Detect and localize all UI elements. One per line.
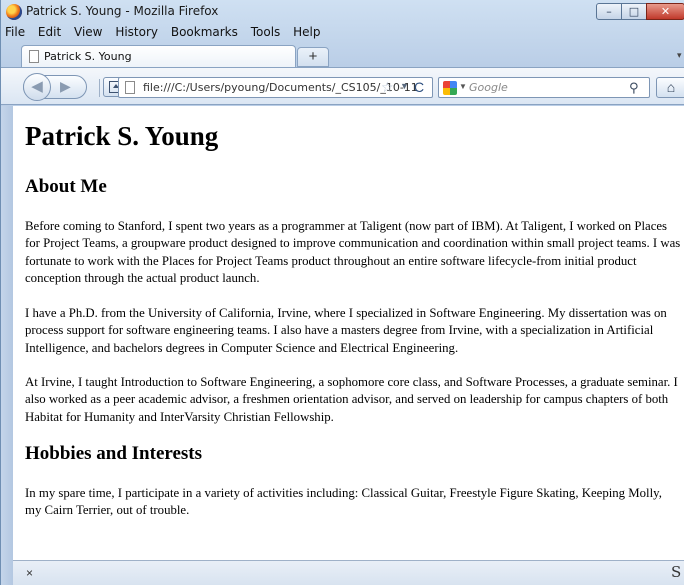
new-tab-button[interactable]: + <box>297 47 329 67</box>
google-icon[interactable] <box>443 81 457 95</box>
reload-icon[interactable]: C <box>414 79 424 95</box>
minimize-icon: – <box>606 5 612 18</box>
about-paragraph-3: At Irvine, I taught Introduction to Soft… <box>25 375 678 424</box>
about-heading: About Me <box>25 176 107 197</box>
search-input[interactable]: Google <box>469 81 508 94</box>
bookmark-star-icon[interactable]: ☆ <box>381 79 394 96</box>
window-title: Patrick S. Young - Mozilla Firefox <box>26 4 219 18</box>
navigation-bar: ◀ ▶ file:///C:/Users/pyoung/Documents/_C… <box>1 67 684 105</box>
firefox-logo-icon <box>6 4 22 20</box>
search-bar[interactable]: ▼ Google ⚲ <box>438 77 650 98</box>
url-text: file:///C:/Users/pyoung/Documents/_CS105… <box>143 81 418 94</box>
menu-bar: File Edit View History Bookmarks Tools H… <box>5 25 329 41</box>
menu-tools[interactable]: Tools <box>251 25 281 39</box>
menu-file[interactable]: File <box>5 25 25 39</box>
window-frame-left <box>1 106 13 585</box>
page-title: Patrick S. Young <box>25 121 219 151</box>
tab-list-dropdown-icon[interactable]: ▾ <box>677 50 682 61</box>
search-engine-dropdown-icon[interactable]: ▼ <box>459 82 467 91</box>
close-icon: ✕ <box>660 5 671 18</box>
maximize-icon: □ <box>628 5 640 18</box>
page-icon <box>125 81 135 94</box>
menu-history[interactable]: History <box>115 25 158 39</box>
maximize-button[interactable]: □ <box>621 3 647 20</box>
back-button[interactable]: ◀ <box>23 73 51 101</box>
home-button[interactable]: ⌂ <box>656 77 684 98</box>
close-button[interactable]: ✕ <box>646 3 684 20</box>
url-bar[interactable]: file:///C:/Users/pyoung/Documents/_CS105… <box>118 77 433 98</box>
addon-s-icon[interactable]: S <box>671 563 681 581</box>
minimize-button[interactable]: – <box>596 3 622 20</box>
about-paragraph-1: Before coming to Stanford, I spent two y… <box>25 219 681 285</box>
url-dropdown-icon[interactable]: ▼ <box>400 81 409 91</box>
status-bar: × S <box>13 560 684 585</box>
tab-label: Patrick S. Young <box>44 50 132 63</box>
magnifier-icon[interactable]: ⚲ <box>629 80 639 96</box>
menu-bookmarks[interactable]: Bookmarks <box>171 25 238 39</box>
tab-active[interactable]: Patrick S. Young <box>21 45 296 67</box>
page-icon <box>29 50 39 63</box>
menu-help[interactable]: Help <box>293 25 320 39</box>
close-icon[interactable]: × <box>26 566 33 580</box>
page-content: Patrick S. Young About Me Before coming … <box>13 106 684 560</box>
forward-button[interactable]: ▶ <box>60 78 71 95</box>
hobbies-paragraph: In my spare time, I participate in a var… <box>25 486 662 518</box>
toolbar-separator <box>99 79 100 97</box>
back-forward-group: ◀ ▶ <box>23 73 87 101</box>
about-paragraph-2: I have a Ph.D. from the University of Ca… <box>25 306 667 355</box>
browser-window: Patrick S. Young - Mozilla Firefox – □ ✕… <box>0 0 684 585</box>
menu-view[interactable]: View <box>74 25 102 39</box>
hobbies-heading: Hobbies and Interests <box>25 443 203 464</box>
title-bar: Patrick S. Young - Mozilla Firefox – □ ✕ <box>1 0 684 24</box>
menu-edit[interactable]: Edit <box>38 25 61 39</box>
